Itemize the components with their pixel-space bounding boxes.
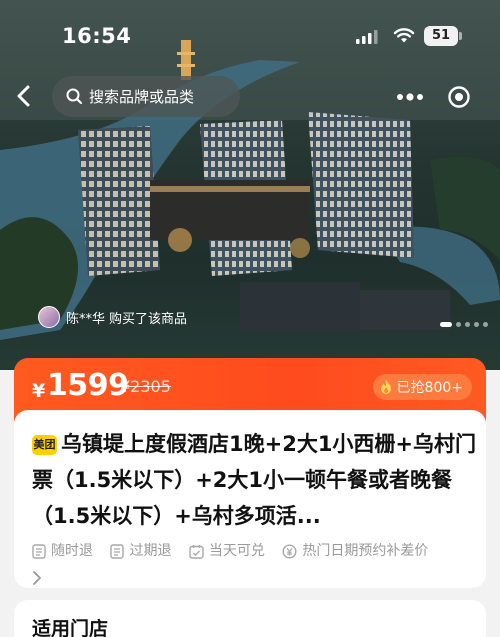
document-icon: [32, 543, 46, 559]
wifi-icon: [393, 28, 415, 43]
chevron-right-icon[interactable]: [32, 570, 42, 586]
search-icon: [66, 88, 83, 105]
tag-same-day: 当天可兑: [189, 538, 265, 564]
store-section-title: 适用门店: [32, 618, 109, 637]
original-price: ¥2305: [120, 377, 171, 396]
buyer-name: 陈**华: [66, 311, 106, 327]
more-dots-icon[interactable]: [388, 80, 432, 114]
product-title-text: 乌镇堤上度假酒店1晚+2大1小西栅+乌村门票（1.5米以下）+2大1小一顿午餐或…: [32, 432, 477, 528]
buyer-notice: 陈**华 购买了该商品: [38, 306, 187, 328]
hero-image[interactable]: 16:54 51 搜索品牌或品类 陈**华 购买了该商品: [0, 0, 500, 370]
tag-hot-date: 热门日期预约补差价: [282, 538, 428, 564]
page-dot: [456, 322, 461, 327]
search-placeholder: 搜索品牌或品类: [89, 88, 195, 106]
status-time: 16:54: [62, 24, 132, 48]
calendar-check-icon: [189, 544, 204, 559]
price-currency: ¥: [32, 380, 46, 402]
sold-count-badge: 已抢800+: [372, 374, 472, 400]
document-icon: [110, 543, 125, 559]
page-dot: [465, 322, 470, 327]
buyer-action: 购买了该商品: [109, 311, 188, 327]
gallery-pagination: [440, 322, 488, 327]
store-section-card[interactable]: 适用门店: [14, 600, 486, 637]
tag-refund-anytime: 随时退: [32, 538, 93, 564]
fire-icon: [379, 379, 393, 395]
status-bar: 16:54 51: [0, 0, 500, 72]
tag-refund-expired: 过期退: [110, 538, 171, 564]
tag-label: 过期退: [129, 543, 172, 559]
battery-tip: [459, 32, 462, 40]
product-info-card: 美团 乌镇堤上度假酒店1晚+2大1小西栅+乌村门票（1.5米以下）+2大1小一顿午…: [14, 410, 486, 588]
current-price: 1599: [47, 368, 129, 403]
brand-badge: 美团: [32, 435, 57, 455]
service-tags[interactable]: 随时退 过期退 当天可兑 热门日期预约补差价: [32, 538, 482, 586]
mini-program-capsule: [388, 80, 484, 114]
target-icon[interactable]: [444, 82, 474, 112]
battery-indicator: 51: [424, 26, 458, 46]
page-dot: [483, 322, 488, 327]
yuan-circle-icon: [282, 543, 297, 559]
product-title: 美团 乌镇堤上度假酒店1晚+2大1小西栅+乌村门票（1.5米以下）+2大1小一顿午…: [32, 426, 478, 534]
page-dot-active: [440, 322, 452, 327]
avatar: [38, 306, 60, 328]
sold-count-label: 已抢800+: [396, 380, 463, 396]
search-bar[interactable]: 搜索品牌或品类: [52, 76, 240, 117]
chevron-left-icon[interactable]: [10, 82, 38, 110]
tag-label: 随时退: [51, 543, 93, 559]
page-dot: [474, 322, 479, 327]
tag-label: 热门日期预约补差价: [302, 543, 429, 559]
tag-label: 当天可兑: [208, 543, 265, 559]
cellular-signal-icon: [356, 30, 378, 44]
